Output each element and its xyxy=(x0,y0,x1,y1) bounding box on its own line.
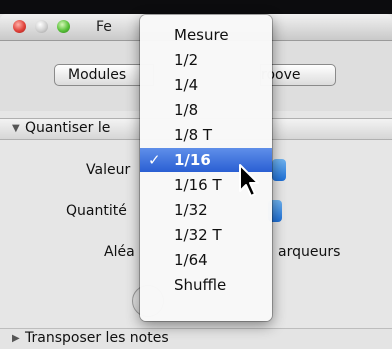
menu-item-label: 1/16 T xyxy=(174,176,222,194)
menu-item-label: Mesure xyxy=(174,26,229,44)
valeur-label: Valeur xyxy=(86,162,131,178)
close-window-button[interactable] xyxy=(13,20,26,33)
menu-item-label: Shuffle xyxy=(174,276,227,294)
marqueurs-label: arqueurs xyxy=(278,244,341,260)
transpose-section-header[interactable]: ▶ Transposer les notes xyxy=(0,328,392,349)
menu-item-label: 1/8 T xyxy=(174,126,213,144)
modules-segment-button[interactable]: Modules xyxy=(54,64,154,86)
menu-item-label: 1/8 xyxy=(174,101,199,119)
menu-item-shuffle[interactable]: Shuffle xyxy=(140,273,272,297)
transpose-section-label: Transposer les notes xyxy=(25,330,169,346)
zoom-window-button[interactable] xyxy=(57,20,70,33)
valeur-popup-arrows[interactable] xyxy=(272,159,286,181)
menu-item-1-8[interactable]: 1/8 xyxy=(140,98,272,122)
menu-item-label: 1/16 xyxy=(174,151,211,169)
checkmark-icon: ✓ xyxy=(148,151,161,169)
menu-item-label: 1/32 T xyxy=(174,226,222,244)
menu-item-1-8-t[interactable]: 1/8 T xyxy=(140,123,272,147)
disclosure-triangle-open-icon[interactable]: ▼ xyxy=(12,123,20,134)
window-title: Fe xyxy=(96,19,112,35)
menu-item-label: 1/2 xyxy=(174,51,199,69)
quantite-label: Quantité xyxy=(66,203,127,219)
menu-item-label: 1/4 xyxy=(174,76,199,94)
menu-item-1-32-t[interactable]: 1/32 T xyxy=(140,223,272,247)
disclosure-triangle-closed-icon[interactable]: ▶ xyxy=(12,333,20,344)
minimize-window-button[interactable] xyxy=(35,20,48,33)
menu-item-1-64[interactable]: 1/64 xyxy=(140,248,272,272)
menu-item-label: 1/32 xyxy=(174,201,208,219)
menu-item-1-2[interactable]: 1/2 xyxy=(140,48,272,72)
menu-item-mesure[interactable]: Mesure xyxy=(140,23,272,47)
mouse-pointer-icon xyxy=(239,164,259,197)
aleatoire-label: Aléa xyxy=(104,244,135,260)
menu-item-1-4[interactable]: 1/4 xyxy=(140,73,272,97)
menu-item-label: 1/64 xyxy=(174,251,208,269)
quantize-section-label: Quantiser le xyxy=(25,120,111,136)
